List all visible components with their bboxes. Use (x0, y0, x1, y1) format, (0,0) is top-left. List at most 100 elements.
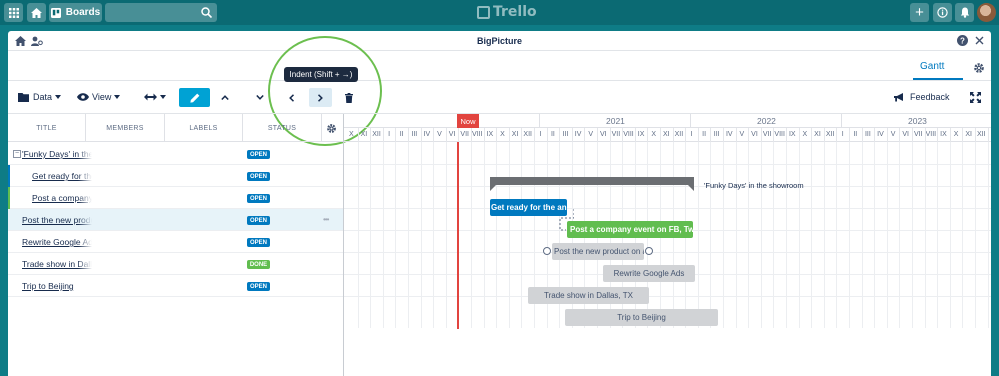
month-divider (748, 128, 750, 142)
month-divider (836, 128, 838, 142)
edit-button[interactable] (179, 88, 210, 107)
bar-end-handle[interactable] (645, 247, 653, 255)
table-row[interactable]: Post a company event on FB OPEN (8, 187, 343, 209)
chevron-down-icon (114, 95, 121, 99)
month-divider (735, 128, 737, 142)
data-menu-button[interactable]: Data (18, 88, 62, 106)
grid-column-line (937, 142, 939, 328)
month-label: I (388, 131, 391, 138)
status-badge: OPEN (247, 216, 270, 225)
window-title: BigPicture (476, 36, 522, 46)
task-title[interactable]: Trade show in Dallas (22, 259, 92, 269)
task-title[interactable]: Rewrite Google Ads (22, 237, 92, 247)
avatar[interactable] (977, 3, 996, 22)
month-label: V (437, 131, 442, 138)
month-label: XII (372, 131, 381, 138)
gantt-bar[interactable]: Trip to Beijing (565, 309, 718, 326)
month-divider (874, 128, 876, 142)
table-row[interactable]: Get ready for the annual OPEN (8, 165, 343, 187)
task-title[interactable]: Trip to Beijing (22, 281, 92, 291)
collapse-toggle[interactable]: − (13, 150, 21, 158)
month-label: XII (825, 131, 835, 138)
apps-icon[interactable] (4, 3, 23, 22)
move-up-button[interactable] (218, 88, 232, 107)
month-divider (483, 128, 485, 142)
view-menu-button[interactable]: View (77, 88, 121, 106)
table-row[interactable]: Post the new product on a OPEN ••• (8, 209, 343, 231)
table-row[interactable]: Trade show in Dallas DONE (8, 253, 343, 275)
grid-column-line (735, 142, 737, 328)
move-down-button[interactable] (253, 88, 267, 107)
month-label: X (651, 131, 657, 138)
zoom-width-button[interactable] (144, 88, 166, 106)
boards-icon (50, 7, 61, 18)
grid-column-line (496, 142, 498, 328)
month-divider (760, 128, 762, 142)
close-icon[interactable] (973, 34, 986, 47)
column-header-members[interactable]: MEMBERS (86, 114, 165, 142)
gantt-bar[interactable]: Get ready for the annu (490, 199, 567, 216)
task-title[interactable]: 'Funky Days' in the showroom (22, 149, 92, 159)
column-header-status[interactable]: STATUS (243, 114, 322, 142)
task-title[interactable]: Get ready for the annual (32, 171, 92, 181)
gantt-bar[interactable]: Rewrite Google Ads (603, 265, 695, 282)
month-divider (357, 128, 359, 142)
month-label: II (550, 131, 555, 138)
home-icon[interactable] (27, 3, 46, 22)
trello-logo-text: Trello (493, 4, 537, 20)
task-title[interactable]: Post the new product on a (22, 215, 92, 225)
column-header-labels[interactable]: LABELS (165, 114, 243, 142)
month-divider (508, 128, 510, 142)
help-icon[interactable]: ? (956, 34, 969, 47)
month-divider (622, 128, 624, 142)
table-row[interactable]: − 'Funky Days' in the showroom OPEN (8, 143, 343, 165)
grid-column-line (886, 142, 888, 328)
tab-gantt[interactable]: Gantt (920, 61, 944, 72)
grid-column-line (521, 142, 523, 328)
gantt-bar[interactable]: Post the new product on a v (552, 243, 644, 260)
grid-column-line (912, 142, 913, 328)
month-divider (962, 128, 964, 142)
column-header-title[interactable]: TITLE (8, 114, 86, 142)
month-divider (685, 128, 687, 142)
feedback-button[interactable]: Feedback (894, 88, 950, 106)
month-label: X (348, 131, 354, 138)
plus-icon[interactable]: + (910, 3, 929, 22)
grid-column-line (357, 142, 359, 328)
row-more-button[interactable]: ••• (323, 215, 329, 224)
grid-column-line (433, 142, 435, 328)
month-label: XII (977, 131, 986, 138)
month-divider (924, 128, 926, 142)
bell-icon[interactable] (955, 3, 974, 22)
column-settings-gear-icon[interactable] (325, 122, 338, 135)
summary-bar[interactable] (490, 177, 694, 191)
month-divider (987, 128, 989, 142)
search-input[interactable] (105, 3, 217, 22)
summary-bar-label: 'Funky Days' in the showroom (704, 181, 804, 190)
grid-column-line (710, 142, 712, 328)
month-label: XI (814, 131, 821, 138)
row-color-bar (8, 187, 10, 209)
year-label: 2023 (908, 116, 927, 126)
month-divider (420, 128, 422, 142)
table-row[interactable]: Trip to Beijing OPEN (8, 275, 343, 297)
bar-start-handle[interactable] (543, 247, 551, 255)
month-divider (458, 128, 460, 142)
year-label: 2022 (757, 116, 776, 126)
month-divider (496, 128, 498, 142)
gantt-bar[interactable]: Trade show in Dallas, TX (528, 287, 649, 304)
table-row[interactable]: Rewrite Google Ads OPEN (8, 231, 343, 253)
grid-column-line (382, 142, 384, 328)
info-icon[interactable] (933, 3, 952, 22)
boards-button[interactable]: Boards (49, 3, 102, 22)
month-label: III (864, 131, 871, 138)
grid-column-line (483, 142, 485, 328)
fullscreen-icon[interactable] (968, 89, 982, 105)
arrows-horizontal-icon (144, 93, 157, 101)
grid-column-line (508, 142, 510, 328)
grid-row-line (344, 164, 991, 165)
task-title[interactable]: Post a company event on FB (32, 193, 92, 203)
gantt-bar[interactable]: Post a company event on FB, Twitter a (567, 221, 693, 238)
trello-logo[interactable]: Trello (477, 4, 537, 20)
gear-icon[interactable] (972, 61, 986, 75)
